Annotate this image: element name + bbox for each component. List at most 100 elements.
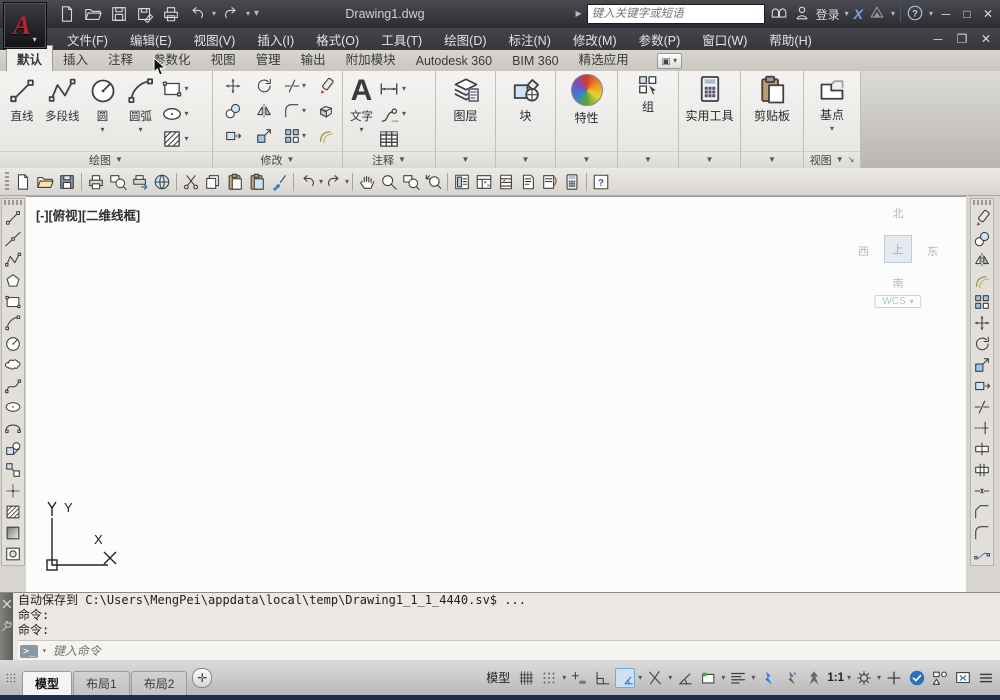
tb-paste-special-button[interactable] (246, 171, 268, 193)
circle-tool-button[interactable]: 圆 ▾ (85, 74, 121, 151)
array-tool-button[interactable]: ▾ (283, 127, 306, 145)
minimize-button[interactable]: ─ (938, 7, 954, 21)
leader-tool-button[interactable]: ▾ (378, 103, 406, 125)
polygon-button[interactable] (3, 271, 23, 291)
clipboard-icon[interactable] (757, 74, 787, 104)
panel-view-footer[interactable]: 视图 ▼ ↘ (804, 151, 860, 168)
move-button[interactable] (972, 313, 992, 333)
tb-publish-button[interactable] (129, 171, 151, 193)
arc-button[interactable] (3, 313, 23, 333)
panel-utilities-footer[interactable]: ▼ (679, 151, 740, 168)
scale-dropdown-icon[interactable]: ▾ (847, 673, 851, 682)
dynamic-ucs-button[interactable] (698, 668, 718, 688)
copy-tool-button[interactable] (224, 102, 242, 120)
menu-dimension[interactable]: 标注(N) (498, 28, 562, 51)
polyline-tool-button[interactable]: 多段线 (42, 74, 83, 151)
rectangle-tool-button[interactable]: ▾ (161, 78, 189, 100)
tb-properties-button[interactable] (451, 171, 473, 193)
stretch-button[interactable] (972, 376, 992, 396)
line-tool-button[interactable]: 直线 (4, 74, 40, 151)
ellipse-tool-button[interactable]: ▾ (161, 103, 189, 125)
command-close-icon[interactable] (0, 597, 14, 611)
annotation-monitor-button[interactable] (884, 668, 904, 688)
polar-dropdown-icon[interactable]: ▾ (638, 673, 642, 682)
viewcube-south[interactable]: 南 (893, 275, 904, 291)
snap-dropdown-icon[interactable]: ▾ (562, 673, 566, 682)
tb-plot-button[interactable] (85, 171, 107, 193)
menu-window[interactable]: 窗口(W) (691, 28, 758, 51)
scale-button[interactable] (972, 355, 992, 375)
tab-manage[interactable]: 管理 (246, 46, 291, 71)
panel-group-footer[interactable]: ▼ (618, 151, 678, 168)
menu-draw[interactable]: 绘图(D) (433, 28, 497, 51)
mirror-tool-button[interactable] (255, 102, 273, 120)
tab-parametric[interactable]: 参数化 (143, 46, 201, 71)
plot-button[interactable] (160, 3, 182, 25)
new-layout-button[interactable]: ✛ (192, 667, 213, 688)
region-button[interactable] (3, 544, 23, 564)
chamfer-button[interactable] (972, 502, 992, 522)
tb-zoom-previous-button[interactable] (422, 171, 444, 193)
layout2-tab[interactable]: 布局2 (130, 671, 188, 695)
clean-screen-button[interactable] (953, 668, 973, 688)
qat-customize-icon[interactable]: ▾ (254, 9, 259, 19)
gradient-button[interactable] (3, 523, 23, 543)
tb-plot-preview-button[interactable] (107, 171, 129, 193)
hatch-tool-button[interactable]: ▾ (161, 128, 189, 150)
point-button[interactable] (3, 481, 23, 501)
rectangle-button[interactable] (3, 292, 23, 312)
trim-tool-button[interactable]: ▾ (283, 77, 306, 95)
tab-view[interactable]: 视图 (201, 46, 246, 71)
trim-button[interactable] (972, 397, 992, 417)
annotation-visibility-button[interactable] (758, 668, 778, 688)
customization-button[interactable] (976, 668, 996, 688)
exchange-apps-icon[interactable]: X (854, 6, 863, 22)
offset-tool-button[interactable] (317, 127, 335, 145)
command-customize-icon[interactable] (0, 619, 14, 633)
explode-tool-button[interactable] (317, 102, 335, 120)
panel-block-footer[interactable]: ▼ (496, 151, 555, 168)
panel-properties-footer[interactable]: ▼ (556, 151, 617, 168)
infocenter-expand-icon[interactable]: ▶ (575, 10, 581, 18)
panel-layers-footer[interactable]: ▼ (436, 151, 495, 168)
ellipse-button[interactable] (3, 397, 23, 417)
recent-commands-icon[interactable]: ▾ (42, 647, 47, 655)
menu-help[interactable]: 帮助(H) (758, 28, 822, 51)
viewcube-east[interactable]: 东 (927, 243, 938, 259)
sign-in-button[interactable]: 登录 (816, 6, 840, 23)
tb-redo-button[interactable] (323, 171, 345, 193)
tb-new-button[interactable] (12, 171, 34, 193)
tb-markup-button[interactable] (539, 171, 561, 193)
tb-3dconnexion-button[interactable] (151, 171, 173, 193)
redo-dropdown-arrow-icon[interactable]: ▾ (246, 10, 250, 18)
spline-button[interactable] (3, 376, 23, 396)
base-dropdown-icon[interactable]: ▾ (830, 125, 834, 133)
offset-button[interactable] (972, 271, 992, 291)
object-snap-button[interactable] (645, 668, 665, 688)
autoscale-button[interactable] (781, 668, 801, 688)
polar-tracking-button[interactable] (615, 667, 636, 688)
break-button[interactable] (972, 460, 992, 480)
panel-modify-footer[interactable]: 修改 ▼ (213, 151, 342, 168)
tb-save-button[interactable] (56, 171, 78, 193)
save-button[interactable] (108, 3, 130, 25)
application-menu-button[interactable]: A ▾ (3, 2, 47, 49)
erase-tool-button[interactable] (317, 77, 335, 95)
hatch-button[interactable] (3, 502, 23, 522)
viewcube-west[interactable]: 西 (858, 243, 869, 259)
blend-curves-button[interactable] (972, 544, 992, 564)
tb-open-button[interactable] (34, 171, 56, 193)
polyline-button[interactable] (3, 250, 23, 270)
panel-clipboard-footer[interactable]: ▼ (741, 151, 803, 168)
toolbar-grip[interactable] (4, 200, 22, 205)
snap-mode-button[interactable] (539, 668, 559, 688)
properties-color-wheel-icon[interactable] (570, 74, 603, 106)
fillet-button[interactable] (972, 523, 992, 543)
scale-tool-button[interactable] (255, 127, 273, 145)
osnap-dropdown-icon[interactable]: ▾ (668, 673, 672, 682)
tb-sheet-set-button[interactable] (517, 171, 539, 193)
tb-match-properties-button[interactable] (268, 171, 290, 193)
circle-button[interactable] (3, 334, 23, 354)
workspace-switching-button[interactable] (854, 668, 874, 688)
fillet-tool-button[interactable]: ▾ (283, 102, 306, 120)
